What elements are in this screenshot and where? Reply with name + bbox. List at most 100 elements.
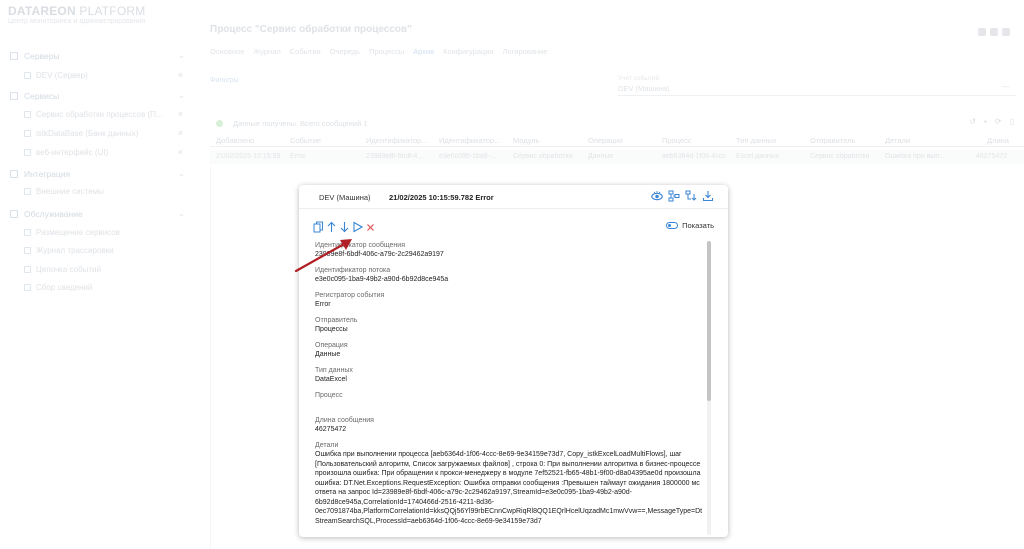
server-icon — [24, 72, 31, 79]
column-header[interactable]: Модуль — [513, 136, 540, 145]
column-header[interactable]: Событие — [290, 136, 321, 145]
document-icon — [24, 284, 31, 291]
tab-processes[interactable]: Процессы — [369, 47, 404, 56]
sidebar-item-trace-log[interactable]: Журнал трассировки — [24, 246, 185, 255]
tab-events[interactable]: События — [290, 47, 321, 56]
refresh-icon[interactable]: ⟳ — [995, 117, 1002, 126]
table-toolbar: ↺ ▪ ⟳ ▯ — [969, 117, 1014, 126]
download-tree-icon[interactable] — [685, 190, 697, 202]
sidebar-section-servers[interactable]: Серверы ⌄ — [10, 51, 185, 61]
play-icon[interactable] — [352, 221, 363, 233]
column-header[interactable]: Тип данных — [736, 136, 777, 145]
monitor-icon — [24, 111, 31, 118]
tab-archive[interactable]: Архив — [413, 47, 434, 56]
field-message-length: Длина сообщения 46275472 — [315, 417, 374, 433]
show-toggle-label: Показать — [682, 221, 714, 230]
arrow-down-icon[interactable] — [339, 221, 350, 233]
chevron-down-icon: ⌄ — [178, 209, 185, 218]
brand-subtitle: Центр мониторинга и администрирования — [8, 18, 146, 25]
field-data-type: Тип данных DataExcel — [315, 367, 353, 383]
sidebar-section-integration[interactable]: Интеграция ⌄ — [10, 169, 185, 179]
arrow-up-icon[interactable] — [326, 221, 337, 233]
field-sender: Отправитель Процессы — [315, 317, 358, 333]
toggle-icon[interactable] — [666, 222, 679, 229]
brand-logo: DATAREON PLATFORM — [8, 4, 146, 18]
field-details: Детали Ошибка при выполнении процесса [a… — [315, 441, 705, 526]
sidebar-section-maintenance[interactable]: Обслуживание ⌄ — [10, 209, 185, 219]
field-operation: Операция Данные — [315, 342, 348, 358]
close-icon[interactable] — [365, 221, 376, 233]
chevron-down-icon: ⌄ — [178, 51, 185, 60]
chevron-down-icon: ⌄ — [178, 169, 185, 178]
chevron-down-icon[interactable]: — — [1002, 82, 1010, 91]
column-header[interactable]: Добавлено — [216, 136, 254, 145]
gear-icon — [10, 210, 18, 218]
column-header[interactable]: Идентификатор... — [366, 136, 436, 145]
field-message-id: Идентификатор сообщения 23989e8f-6bdf-40… — [315, 242, 444, 258]
sidebar-item-service-placement[interactable]: Размещение сервисов — [24, 228, 185, 237]
table-header: Добавлено Событие Идентификатор... Идент… — [210, 133, 1024, 147]
scrollbar-thumb[interactable] — [707, 241, 711, 401]
close-icon[interactable]: × — [178, 70, 183, 80]
chevron-down-icon: ⌄ — [178, 91, 185, 100]
column-header[interactable]: Идентификатор... — [439, 136, 509, 145]
monitor-icon — [10, 92, 18, 100]
hierarchy-icon[interactable] — [668, 190, 680, 202]
copy-icon[interactable] — [313, 221, 324, 233]
sidebar-section-services[interactable]: Сервисы ⌄ — [10, 91, 185, 101]
sidebar-item-info-collection[interactable]: Сбор сведений — [24, 283, 185, 292]
filters-link[interactable]: Фильтры — [210, 77, 239, 84]
sidebar-item-event-chain[interactable]: Цепочка событий — [24, 265, 185, 274]
show-toggle[interactable]: Показать — [666, 221, 714, 230]
tab-bar: Основное Журнал События Очередь Процессы… — [210, 47, 547, 56]
sidebar-item-external-systems[interactable]: Внешние системы — [24, 187, 185, 196]
window-controls — [978, 28, 1010, 36]
settings-icon[interactable] — [978, 28, 986, 36]
column-header[interactable]: Длина — [987, 136, 1009, 145]
list-icon — [24, 247, 31, 254]
dialog-source: DEV (Машина) — [319, 193, 371, 202]
field-stream-id: Идентификатор потока e3e0c095-1ba9-49b2-… — [315, 267, 449, 283]
field-event-registrar: Регистратор события Error — [315, 292, 385, 308]
close-icon[interactable]: × — [178, 128, 183, 138]
sidebar-item-web-ui[interactable]: веб-интерфейс (UI) × — [24, 147, 185, 157]
source-select[interactable]: DEV (Машина) — [618, 84, 670, 93]
link-icon — [24, 188, 31, 195]
status-bar: Данные получены. Всего сообщений 1 — [216, 119, 367, 128]
integration-icon — [10, 170, 18, 178]
message-details-dialog: DEV (Машина) 21/02/2025 10:15:59.782 Err… — [299, 185, 728, 537]
download-icon[interactable] — [702, 190, 714, 202]
dialog-body: Идентификатор сообщения 23989e8f-6bdf-40… — [313, 239, 711, 537]
tab-main[interactable]: Основное — [210, 47, 244, 56]
column-header[interactable]: Операция — [588, 136, 623, 145]
dialog-header-actions — [651, 190, 714, 202]
export-icon[interactable]: ▯ — [1010, 117, 1014, 126]
grid-icon — [24, 229, 31, 236]
sidebar-item-database[interactable]: istkDataBase (Банк данных) × — [24, 128, 185, 138]
column-header[interactable]: Процесс — [662, 136, 692, 145]
table-row[interactable]: 21/02/2025 10:15:59 Error 23989e8f-6bdf-… — [210, 150, 1024, 164]
eye-icon[interactable] — [651, 190, 663, 202]
sidebar-item-dev-server[interactable]: DEV (Сервер) × — [24, 70, 185, 80]
tab-logging[interactable]: Логирование — [502, 47, 547, 56]
dialog-event-title: 21/02/2025 10:15:59.782 Error — [389, 193, 494, 202]
tab-journal[interactable]: Журнал — [253, 47, 280, 56]
chain-icon — [24, 266, 31, 273]
server-icon — [10, 52, 18, 60]
close-icon[interactable]: × — [178, 147, 183, 157]
column-header[interactable]: Детали — [885, 136, 910, 145]
undo-icon[interactable]: ↺ — [969, 117, 976, 126]
details-text: Ошибка при выполнении процесса [aeb6364d… — [315, 451, 703, 525]
monitor-icon — [24, 130, 31, 137]
stop-icon[interactable] — [990, 28, 998, 36]
close-icon[interactable]: × — [178, 109, 183, 119]
trash-icon[interactable]: ▪ — [984, 117, 987, 126]
sidebar-item-process-service[interactable]: Сервис обработки процессов (П... × — [24, 109, 185, 119]
page-title: Процесс "Сервис обработки процессов" — [210, 24, 412, 35]
tab-configuration[interactable]: Конфигурация — [443, 47, 493, 56]
dialog-toolbar — [313, 221, 376, 233]
tab-queue[interactable]: Очередь — [330, 47, 360, 56]
sidebar: DATAREON PLATFORM Центр мониторинга и ад… — [0, 0, 195, 549]
column-header[interactable]: Отправитель — [810, 136, 855, 145]
play-icon[interactable] — [1002, 28, 1010, 36]
